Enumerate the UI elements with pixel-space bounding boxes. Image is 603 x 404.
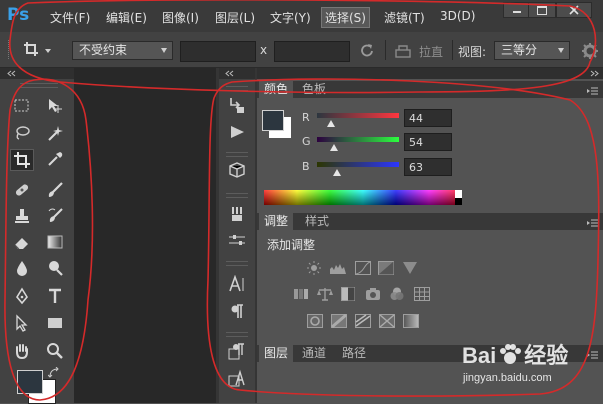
- watermark-brand-suffix: 经验: [524, 343, 569, 368]
- watermark-brand: Bai 经验: [462, 338, 568, 370]
- baidu-jingyan-watermark: Bai 经验 jingyan.baidu.com: [457, 336, 597, 396]
- paw-logo-icon: [498, 343, 522, 367]
- watermark-url: jingyan.baidu.com: [463, 372, 552, 384]
- watermark-brand-prefix: Bai: [462, 343, 497, 368]
- annotation-circle-tools: [4, 78, 94, 401]
